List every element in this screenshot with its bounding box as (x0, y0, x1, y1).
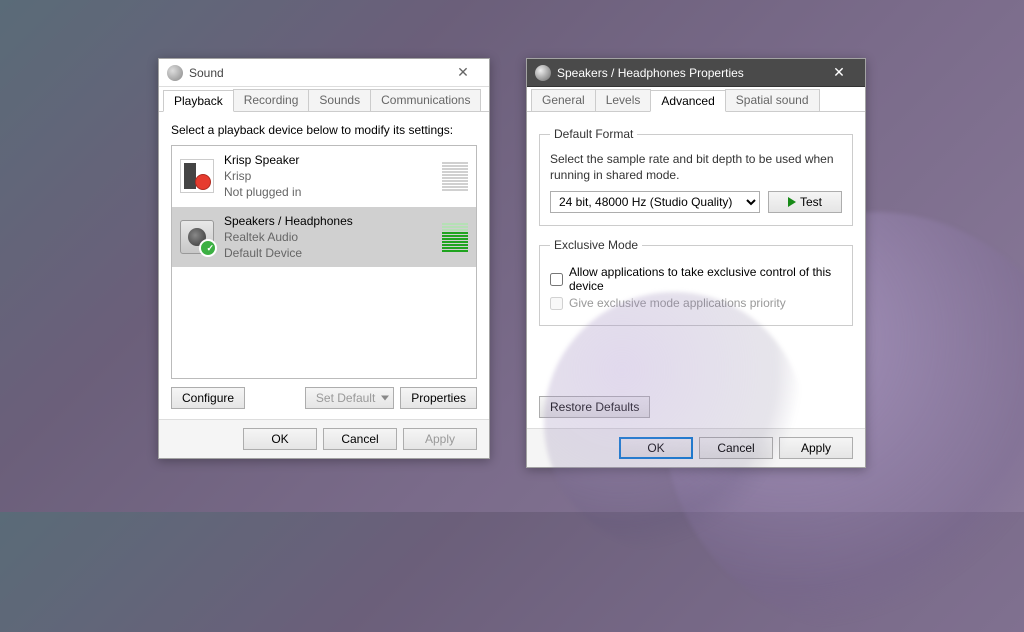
sound-content: Select a playback device below to modify… (159, 111, 489, 419)
tab-recording[interactable]: Recording (233, 89, 310, 111)
tab-sounds[interactable]: Sounds (308, 89, 371, 111)
properties-titlebar[interactable]: Speakers / Headphones Properties ✕ (527, 59, 865, 87)
sound-button-row: Configure Set Default Properties (171, 387, 477, 409)
vu-meter-icon (442, 222, 468, 252)
tab-general[interactable]: General (531, 89, 596, 111)
properties-content: Default Format Select the sample rate an… (527, 111, 865, 428)
tab-levels[interactable]: Levels (595, 89, 652, 111)
sound-title: Sound (189, 66, 443, 80)
speaker-icon (535, 65, 551, 81)
device-row-krisp[interactable]: Krisp Speaker Krisp Not plugged in (172, 146, 476, 207)
tab-spatial-sound[interactable]: Spatial sound (725, 89, 820, 111)
vu-meter-icon (442, 161, 468, 191)
tab-playback[interactable]: Playback (163, 90, 234, 112)
exclusive-priority-input (550, 297, 563, 310)
apply-button[interactable]: Apply (403, 428, 477, 450)
configure-button[interactable]: Configure (171, 387, 245, 409)
properties-title: Speakers / Headphones Properties (557, 66, 819, 80)
cancel-button[interactable]: Cancel (699, 437, 773, 459)
exclusive-priority-label: Give exclusive mode applications priorit… (569, 296, 786, 310)
default-format-text: Select the sample rate and bit depth to … (550, 151, 842, 183)
sound-tabs: Playback Recording Sounds Communications (159, 87, 489, 112)
sound-titlebar[interactable]: Sound ✕ (159, 59, 489, 87)
cancel-button[interactable]: Cancel (323, 428, 397, 450)
format-select[interactable]: 24 bit, 48000 Hz (Studio Quality) (550, 191, 760, 213)
device-name: Krisp Speaker (224, 152, 432, 168)
format-row: 24 bit, 48000 Hz (Studio Quality) Test (550, 191, 842, 213)
exclusive-mode-legend: Exclusive Mode (550, 238, 642, 252)
sound-instruction: Select a playback device below to modify… (171, 123, 477, 137)
exclusive-allow-checkbox[interactable]: Allow applications to take exclusive con… (550, 265, 842, 293)
restore-row: Restore Defaults (539, 396, 853, 418)
exclusive-allow-input[interactable] (550, 273, 563, 286)
close-icon[interactable]: ✕ (443, 62, 483, 84)
device-list: Krisp Speaker Krisp Not plugged in ✓ Spe… (171, 145, 477, 379)
device-provider: Krisp (224, 168, 432, 184)
krisp-speaker-icon (180, 159, 214, 193)
tab-advanced[interactable]: Advanced (650, 90, 725, 112)
properties-footer: OK Cancel Apply (527, 428, 865, 467)
device-provider: Realtek Audio (224, 229, 432, 245)
restore-defaults-button[interactable]: Restore Defaults (539, 396, 650, 418)
device-status: Not plugged in (224, 184, 432, 200)
test-button[interactable]: Test (768, 191, 842, 213)
speaker-icon: ✓ (180, 220, 214, 254)
exclusive-priority-checkbox: Give exclusive mode applications priorit… (550, 296, 842, 310)
default-format-legend: Default Format (550, 127, 637, 141)
ok-button[interactable]: OK (619, 437, 693, 459)
exclusive-mode-group: Exclusive Mode Allow applications to tak… (539, 238, 853, 326)
device-name: Speakers / Headphones (224, 213, 432, 229)
sound-window: Sound ✕ Playback Recording Sounds Commun… (158, 58, 490, 459)
device-status: Default Device (224, 245, 432, 261)
exclusive-allow-label: Allow applications to take exclusive con… (569, 265, 842, 293)
properties-tabs: General Levels Advanced Spatial sound (527, 87, 865, 112)
apply-button[interactable]: Apply (779, 437, 853, 459)
set-default-button[interactable]: Set Default (305, 387, 394, 409)
close-icon[interactable]: ✕ (819, 62, 859, 84)
ok-button[interactable]: OK (243, 428, 317, 450)
properties-button[interactable]: Properties (400, 387, 477, 409)
device-text: Speakers / Headphones Realtek Audio Defa… (224, 213, 432, 262)
tab-communications[interactable]: Communications (370, 89, 481, 111)
sound-footer: OK Cancel Apply (159, 419, 489, 458)
default-format-group: Default Format Select the sample rate an… (539, 127, 853, 226)
device-text: Krisp Speaker Krisp Not plugged in (224, 152, 432, 201)
sound-icon (167, 65, 183, 81)
device-row-speakers[interactable]: ✓ Speakers / Headphones Realtek Audio De… (172, 207, 476, 268)
properties-window: Speakers / Headphones Properties ✕ Gener… (526, 58, 866, 468)
